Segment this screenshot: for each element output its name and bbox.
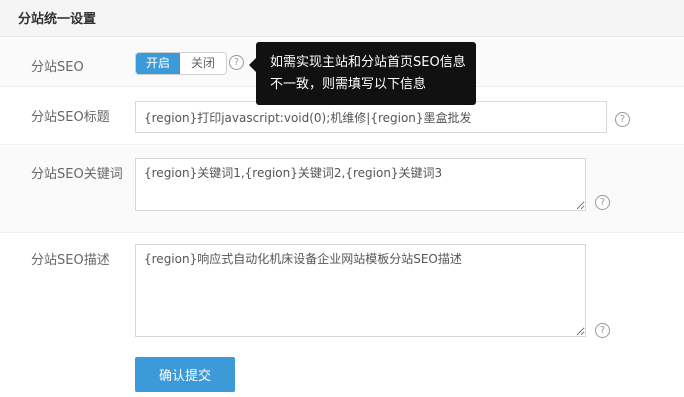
seo-title-help-icon[interactable]: ? <box>615 112 630 127</box>
submit-button[interactable]: 确认提交 <box>135 357 235 392</box>
seo-description-row: 分站SEO描述 {region}响应式自动化机床设备企业网站模板分站SEO描述 … <box>0 234 684 397</box>
section-header: 分站统一设置 <box>0 0 684 37</box>
seo-toggle-help-icon[interactable]: ? <box>229 55 244 70</box>
seo-toggle[interactable]: 开启 关闭 <box>135 52 227 75</box>
seo-toggle-off-button[interactable]: 关闭 <box>180 53 226 74</box>
tooltip-line-2: 不一致，则需填写以下信息 <box>270 77 427 92</box>
seo-keywords-help-icon[interactable]: ? <box>595 195 610 210</box>
seo-description-label: 分站SEO描述 <box>31 253 110 268</box>
seo-keywords-row: 分站SEO关键词 {region}关键词1,{region}关键词2,{regi… <box>0 146 684 233</box>
seo-keywords-textarea[interactable]: {region}关键词1,{region}关键词2,{region}关键词3 <box>135 158 586 211</box>
tooltip-arrow <box>249 58 256 72</box>
seo-title-label: 分站SEO标题 <box>31 110 110 125</box>
seo-help-tooltip: 如需实现主站和分站首页SEO信息 不一致，则需填写以下信息 <box>249 42 476 105</box>
seo-description-help-icon[interactable]: ? <box>595 323 610 338</box>
section-title: 分站统一设置 <box>18 12 97 27</box>
seo-keywords-label: 分站SEO关键词 <box>31 167 123 182</box>
seo-toggle-label: 分站SEO <box>31 60 84 75</box>
seo-toggle-on-button[interactable]: 开启 <box>136 53 180 74</box>
seo-description-textarea[interactable]: {region}响应式自动化机床设备企业网站模板分站SEO描述 <box>135 244 586 337</box>
tooltip-line-1: 如需实现主站和分站首页SEO信息 <box>270 55 466 70</box>
seo-title-input[interactable] <box>135 101 607 133</box>
